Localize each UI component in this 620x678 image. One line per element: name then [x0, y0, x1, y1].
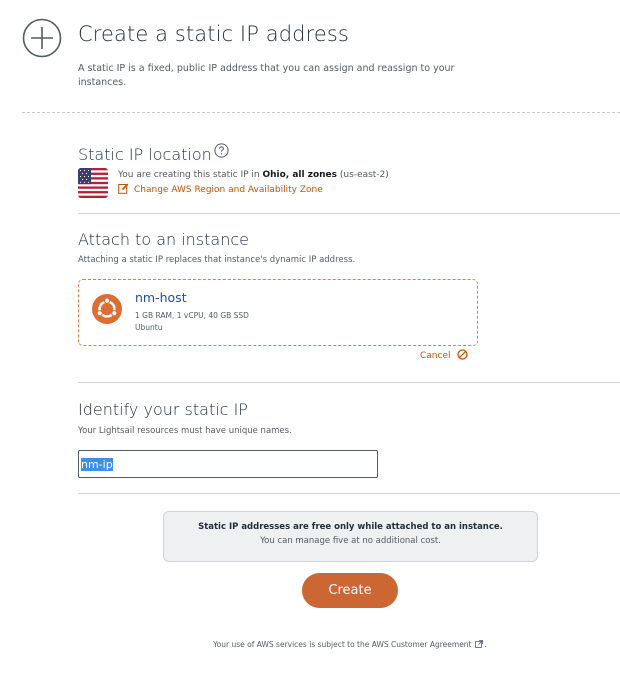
instance-card[interactable]: nm-host 1 GB RAM, 1 vCPU, 40 GB SSD Ubun… — [78, 279, 478, 346]
attach-subtitle: Attaching a static IP replaces that inst… — [78, 255, 356, 265]
attach-heading: Attach to an instance — [78, 230, 249, 249]
pricing-notice: Static IP addresses are free only while … — [163, 511, 538, 562]
plus-circle-icon — [22, 18, 62, 58]
location-text-prefix: You are creating this static IP in — [118, 170, 263, 180]
cancel-label: Cancel — [420, 351, 451, 361]
static-ip-name-input[interactable] — [78, 450, 378, 478]
cancel-icon — [456, 349, 468, 360]
instance-os: Ubuntu — [135, 323, 163, 332]
notice-subtitle: You can manage five at no additional cos… — [260, 536, 441, 546]
edit-icon — [118, 183, 129, 194]
location-heading: Static IP location — [78, 143, 229, 164]
region-name: Ohio, all zones — [262, 170, 338, 180]
instance-specs: 1 GB RAM, 1 vCPU, 40 GB SSD — [135, 311, 249, 320]
ubuntu-icon — [92, 294, 122, 324]
location-heading-text: Static IP location — [78, 145, 212, 164]
help-icon[interactable] — [214, 143, 229, 158]
region-code: (us-east-2) — [337, 170, 389, 180]
external-link-icon[interactable] — [474, 640, 483, 648]
identify-heading: Identify your static IP — [78, 400, 248, 419]
identify-subtitle: Your Lightsail resources must have uniqu… — [78, 426, 292, 436]
header-divider — [22, 112, 620, 113]
instance-name: nm-host — [135, 290, 187, 305]
cancel-attach-link[interactable]: Cancel — [420, 349, 468, 361]
page-title: Create a static IP address — [78, 22, 349, 46]
footer-agreement-link[interactable]: Your use of AWS services is subject to t… — [213, 640, 471, 649]
change-region-label: Change AWS Region and Availability Zone — [134, 185, 323, 195]
notice-title: Static IP addresses are free only while … — [198, 522, 503, 532]
footer-suffix: . — [484, 640, 487, 649]
page-description: A static IP is a fixed, public IP addres… — [78, 63, 455, 88]
change-region-link[interactable]: Change AWS Region and Availability Zone — [118, 183, 323, 195]
section-divider — [78, 213, 620, 214]
us-flag-icon — [78, 168, 108, 198]
create-button[interactable]: Create — [302, 573, 398, 608]
section-divider — [78, 382, 620, 383]
section-divider — [78, 493, 620, 494]
footer: Your use of AWS services is subject to t… — [0, 640, 620, 649]
location-text: You are creating this static IP in Ohio,… — [118, 170, 389, 180]
